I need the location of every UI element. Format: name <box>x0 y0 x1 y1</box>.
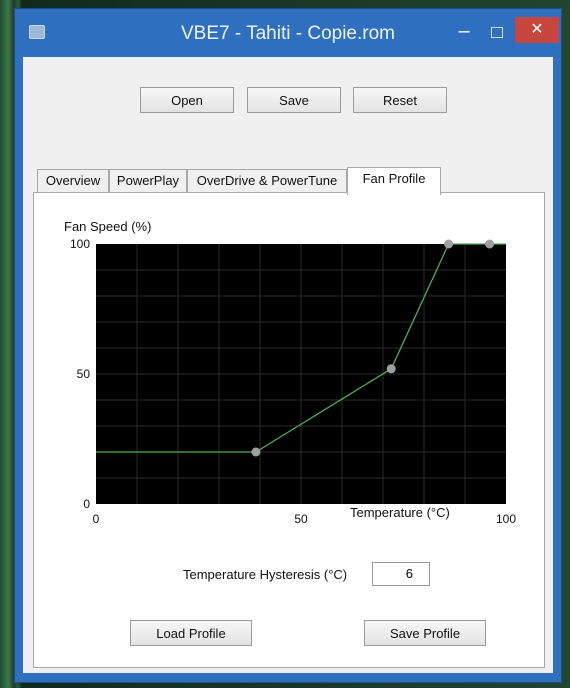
y-axis-label: Fan Speed (%) <box>64 219 151 234</box>
load-profile-button[interactable]: Load Profile <box>130 620 252 646</box>
x-tick-label: 0 <box>93 512 100 523</box>
save-profile-button[interactable]: Save Profile <box>364 620 486 646</box>
fan-curve-point[interactable] <box>386 364 396 374</box>
save-button[interactable]: Save <box>247 87 341 113</box>
fan-profile-panel: Fan Speed (%) Temperature (°C) 100 50 0 0 50… <box>33 192 545 668</box>
tab-overview[interactable]: Overview <box>37 169 109 193</box>
hysteresis-label: Temperature Hysteresis (°C) <box>183 567 348 582</box>
y-tick-label: 100 <box>70 237 90 251</box>
fan-curve-point[interactable] <box>444 239 454 249</box>
fan-curve-chart[interactable]: Fan Speed (%) Temperature (°C) 100 50 00 50… <box>34 193 544 523</box>
title-bar[interactable]: VBE7 - Tahiti - Copie.rom – ✕ <box>15 9 561 57</box>
x-tick-label: 100 <box>496 512 516 523</box>
reset-button[interactable]: Reset <box>353 87 447 113</box>
x-axis-label: Temperature (°C) <box>350 505 450 520</box>
y-tick-label: 50 <box>77 367 91 381</box>
tab-fan-profile[interactable]: Fan Profile <box>347 167 441 195</box>
tab-overdrive-powertune[interactable]: OverDrive & PowerTune <box>187 169 347 193</box>
open-button[interactable]: Open <box>140 87 234 113</box>
x-tick-label: 50 <box>294 512 308 523</box>
app-window: VBE7 - Tahiti - Copie.rom – ✕ Open Save … <box>14 8 562 683</box>
fan-curve-point[interactable] <box>485 239 495 249</box>
client-area: Open Save Reset Overview PowerPlay OverD… <box>23 57 553 673</box>
fan-curve-point[interactable] <box>251 447 261 457</box>
window-title: VBE7 - Tahiti - Copie.rom <box>180 23 395 44</box>
close-button[interactable]: ✕ <box>515 17 559 43</box>
hysteresis-input[interactable]: 6 <box>372 562 430 586</box>
maximize-button[interactable] <box>485 23 509 43</box>
tab-powerplay[interactable]: PowerPlay <box>109 169 187 193</box>
minimize-button[interactable]: – <box>451 21 477 43</box>
y-tick-label: 0 <box>83 497 90 511</box>
